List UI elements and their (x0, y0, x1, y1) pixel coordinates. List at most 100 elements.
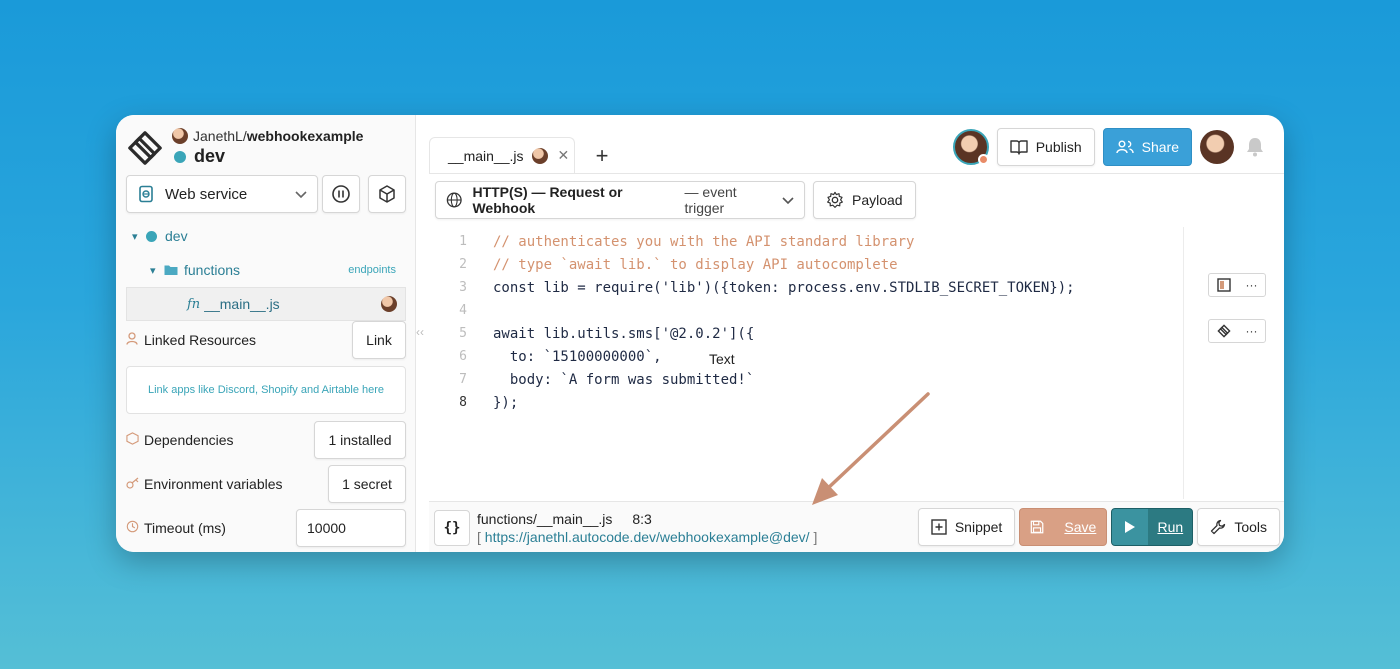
pause-button[interactable] (322, 175, 360, 213)
env-vars-label: Environment variables (144, 476, 283, 492)
tab-editor-avatar (531, 147, 548, 164)
clock-icon (126, 520, 144, 536)
dependencies-button[interactable]: 1 installed (314, 421, 406, 459)
owner-avatar (172, 128, 188, 144)
cursor-position: 8:3 (632, 511, 652, 527)
endpoints-badge: endpoints (348, 264, 396, 276)
code-line-8: 8 }); (429, 391, 518, 414)
service-type-select[interactable]: Web service (126, 175, 318, 213)
format-code-button[interactable]: {} (434, 510, 470, 546)
tab-main-js[interactable]: __main__.js ✕ (429, 137, 575, 173)
tree-file-item[interactable]: fn __main__.js (126, 287, 406, 321)
share-button[interactable]: Share (1102, 128, 1192, 166)
package-icon (379, 185, 395, 203)
collaborator-avatar[interactable] (952, 129, 989, 165)
tree-folder-label: functions (184, 262, 241, 278)
timeout-label: Timeout (ms) (144, 520, 226, 536)
file-editor-avatar (381, 296, 397, 312)
publish-button[interactable]: Publish (996, 128, 1095, 166)
caret-down-icon: ▾ (150, 264, 156, 277)
dependencies-row: Dependencies 1 installed (126, 421, 406, 459)
tools-button[interactable]: Tools (1197, 508, 1280, 546)
file-tree: ▾ dev ▾ functions endpoints fn __main__.… (126, 219, 406, 321)
linked-resources-row: Linked Resources Link (126, 321, 406, 359)
bottom-actions: Snippet Save Run Tools (917, 508, 1280, 546)
folder-icon (164, 265, 178, 275)
tree-file-label: __main__.js (204, 296, 280, 312)
main-panel: __main__.js ✕ + Publish Share HTTP(S) — … (429, 115, 1284, 552)
wrench-icon (1211, 519, 1226, 535)
code-text: await lib.utils.sms['@2.0.2']({ (493, 325, 755, 342)
line-number: 7 (459, 372, 467, 387)
autocode-logo-icon[interactable] (126, 129, 164, 167)
project-breadcrumb[interactable]: JanethL/ webhookexample (172, 128, 363, 144)
line-number: 8 (459, 395, 467, 410)
status-bar: {} functions/__main__.js 8:3 [ https://j… (429, 501, 1284, 552)
line-number: 5 (459, 326, 467, 341)
panel-toggle-button[interactable]: ··· (1208, 273, 1266, 297)
code-line-5: 5 await lib.utils.sms['@2.0.2']({ (429, 322, 754, 345)
code-text: // authenticates you with the API standa… (493, 233, 915, 250)
user-avatar[interactable] (1200, 130, 1234, 164)
line-number: 6 (459, 349, 467, 364)
package-button[interactable] (368, 175, 406, 213)
save-label: Save (1064, 519, 1097, 535)
endpoint-url-link[interactable]: https://janethl.autocode.dev/webhookexam… (485, 529, 810, 545)
payload-label: Payload (852, 192, 903, 208)
code-text: // type `await lib.` to display API auto… (493, 256, 898, 273)
web-service-icon (139, 185, 153, 203)
collapse-sidebar-icon[interactable]: ‹‹ (416, 325, 428, 339)
snippet-button[interactable]: Snippet (917, 508, 1016, 546)
caret-down-icon: ▾ (132, 230, 138, 243)
tools-label: Tools (1234, 519, 1267, 535)
trigger-type-select[interactable]: HTTP(S) — Request or Webhook — event tri… (435, 181, 805, 219)
hover-tooltip: Text (709, 351, 735, 367)
run-label: Run (1157, 519, 1184, 535)
line-number: 1 (459, 234, 467, 249)
url-bracket-close: ] (813, 529, 818, 545)
editor-gutter-divider (1183, 227, 1184, 499)
logo-toggle-button[interactable]: ··· (1208, 319, 1266, 343)
run-button[interactable]: Run (1111, 508, 1194, 546)
more-icon[interactable]: ··· (1246, 324, 1258, 338)
more-icon[interactable]: ··· (1246, 278, 1258, 292)
link-apps-hint[interactable]: Link apps like Discord, Shopify and Airt… (126, 366, 406, 414)
timeout-input[interactable]: 10000 (296, 509, 406, 547)
trigger-subtype-label: — event trigger (684, 184, 737, 216)
env-vars-button[interactable]: 1 secret (328, 465, 406, 503)
pause-icon (332, 185, 350, 203)
code-line-2: 2 // type `await lib.` to display API au… (429, 253, 897, 276)
panel-icon (1216, 278, 1231, 292)
notifications-bell-icon[interactable] (1242, 132, 1268, 162)
status-file-path: functions/__main__.js (477, 511, 613, 527)
code-line-3: 3 const lib = require('lib')({token: pro… (429, 276, 1074, 299)
autocode-small-icon (1216, 324, 1231, 338)
trigger-type-label: HTTP(S) — Request or Webhook (472, 184, 623, 216)
save-button[interactable]: Save (1019, 508, 1108, 546)
tree-folder-item[interactable]: ▾ functions endpoints (126, 253, 406, 287)
presence-dot (977, 154, 989, 165)
users-icon (1115, 140, 1134, 154)
link-button[interactable]: Link (352, 321, 406, 359)
code-line-7: 7 body: `A form was submitted!` (429, 368, 754, 391)
code-text: }); (493, 394, 519, 411)
plus-square-icon (931, 519, 947, 535)
floppy-disk-icon (1031, 520, 1044, 534)
play-icon (1112, 509, 1149, 545)
env-status-dot (174, 150, 186, 163)
code-editor[interactable]: 1 // authenticates you with the API stan… (429, 227, 1210, 499)
autocode-window: JanethL/ webhookexample dev Web service (116, 115, 1284, 552)
tree-env-item[interactable]: ▾ dev (126, 219, 406, 253)
side-toolbar: ··· ··· (1208, 273, 1266, 365)
close-icon[interactable]: ✕ (558, 147, 570, 164)
gear-icon (827, 191, 843, 208)
env-vars-row: Environment variables 1 secret (126, 465, 406, 503)
code-line-4: 4 (429, 299, 467, 322)
tree-env-label: dev (165, 228, 188, 244)
share-label: Share (1141, 139, 1179, 155)
environment-indicator[interactable]: dev (174, 146, 225, 167)
add-tab-button[interactable]: + (589, 143, 615, 169)
header-actions: Publish Share (952, 128, 1268, 166)
payload-button[interactable]: Payload (813, 181, 916, 219)
sidebar: JanethL/ webhookexample dev Web service (116, 115, 416, 552)
